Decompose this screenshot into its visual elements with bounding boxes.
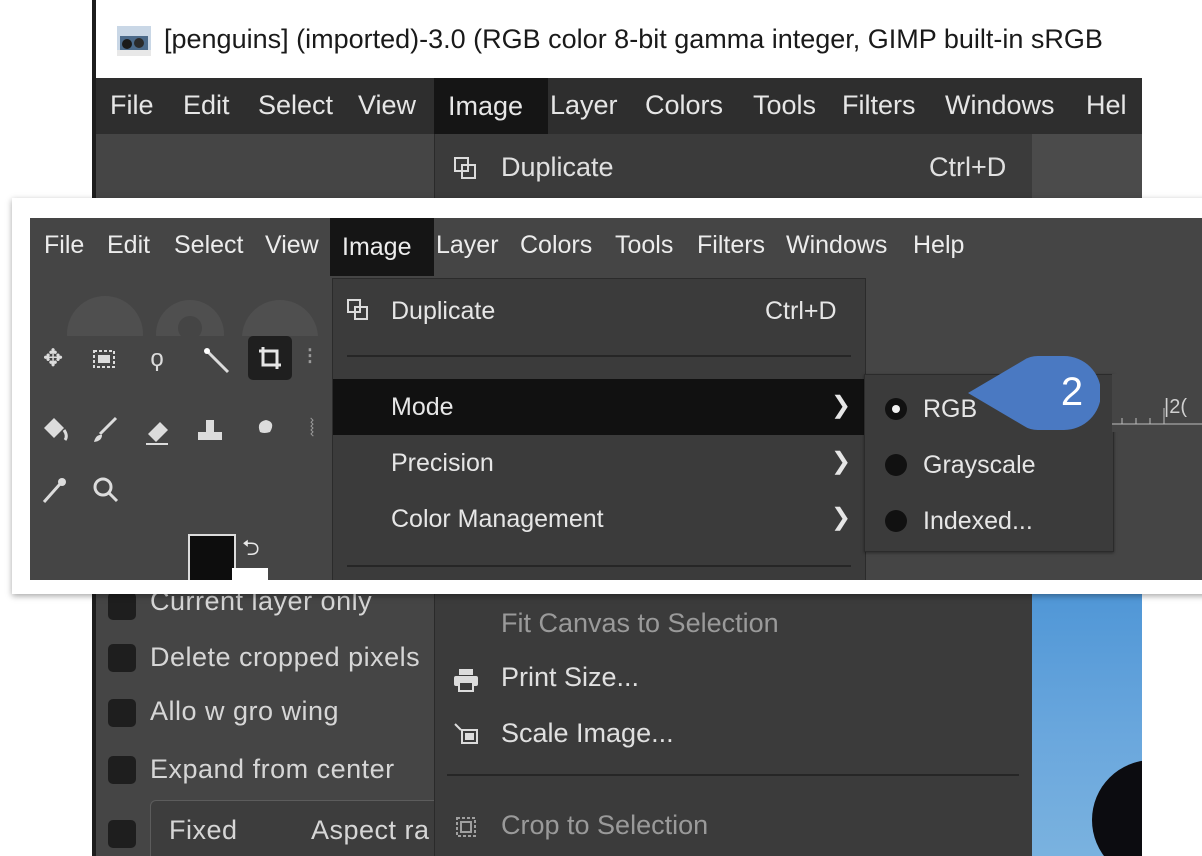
bucket-fill-icon[interactable] xyxy=(38,414,70,446)
fixed-label: Fixed xyxy=(169,815,238,845)
allow-growing-checkbox[interactable] xyxy=(108,699,136,727)
menu-colors[interactable]: Colors xyxy=(520,231,592,260)
menu-edit[interactable]: Edit xyxy=(183,90,230,121)
mode-label: Mode xyxy=(391,393,454,421)
foreground-color-swatch[interactable] xyxy=(188,534,236,580)
menu-select[interactable]: Select xyxy=(258,90,333,121)
menu-select[interactable]: Select xyxy=(174,231,243,260)
print-icon xyxy=(454,669,478,692)
menu-item-color-management[interactable]: Color Management ❯ xyxy=(333,491,865,547)
menu-filters[interactable]: Filters xyxy=(697,231,765,260)
delete-cropped-pixels-checkbox[interactable] xyxy=(108,644,136,672)
move-tool-icon[interactable]: ✥ xyxy=(38,344,68,374)
horizontal-ruler: |2( xyxy=(1112,374,1202,432)
background-color-swatch[interactable] xyxy=(232,568,268,580)
fixed-aspect-box[interactable]: Fixed Aspect ra xyxy=(150,800,452,856)
menu-separator xyxy=(347,565,851,567)
menu-separator xyxy=(447,774,1019,776)
duplicate-icon xyxy=(454,157,476,179)
paintbrush-icon[interactable] xyxy=(90,414,122,446)
indexed-label: Indexed... xyxy=(923,507,1033,535)
color-management-label: Color Management xyxy=(391,505,604,533)
crop-tool-icon[interactable] xyxy=(248,336,292,380)
menu-file[interactable]: File xyxy=(110,90,154,121)
crop-icon xyxy=(456,817,476,837)
menu-windows[interactable]: Windows xyxy=(945,90,1055,121)
submenu-item-grayscale[interactable]: Grayscale xyxy=(865,439,1113,491)
fuzzy-select-icon[interactable] xyxy=(202,346,232,376)
delete-cropped-pixels-label: Delete cropped pixels xyxy=(150,642,421,672)
image-thumbnail-icon xyxy=(117,26,151,56)
menu-layer[interactable]: Layer xyxy=(436,231,499,260)
clone-icon[interactable] xyxy=(194,414,226,446)
image-menu: Duplicate Ctrl+D Mode ❯ Precision ❯ Colo… xyxy=(332,278,866,580)
menu-view[interactable]: View xyxy=(265,231,319,260)
menu-image[interactable]: Image xyxy=(330,218,434,276)
menu-edit[interactable]: Edit xyxy=(107,231,150,260)
menu-tools[interactable]: Tools xyxy=(753,90,816,121)
fixed-checkbox[interactable] xyxy=(108,820,136,848)
menu-separator xyxy=(347,355,851,357)
zoom-icon[interactable] xyxy=(90,474,122,506)
path-tool-icon[interactable]: ⦚ xyxy=(302,414,322,444)
chevron-right-icon: ❯ xyxy=(831,504,852,531)
menu-colors[interactable]: Colors xyxy=(645,90,723,121)
radio-icon xyxy=(885,510,907,532)
menu-item-scale-image[interactable]: Scale Image... xyxy=(501,718,674,749)
menu-item-crop-to-selection[interactable]: Crop to Selection xyxy=(501,810,708,841)
duplicate-shortcut: Ctrl+D xyxy=(765,297,837,325)
scale-icon xyxy=(454,723,478,744)
menu-help-partial[interactable]: Hel xyxy=(1086,90,1127,121)
menu-item-mode[interactable]: Mode ❯ xyxy=(333,379,865,435)
allow-growing-label: Allo w gro wing xyxy=(150,696,340,726)
title-bar: [penguins] (imported)-3.0 (RGB color 8-b… xyxy=(92,0,1142,78)
radio-selected-icon xyxy=(885,398,907,420)
menu-item-fit-canvas-to-selection[interactable]: Fit Canvas to Selection xyxy=(501,608,779,639)
menu-image[interactable]: Image xyxy=(434,78,548,134)
radio-icon xyxy=(885,454,907,476)
warp-tool-icon[interactable]: ⁝ xyxy=(300,342,320,372)
menu-item-precision[interactable]: Precision ❯ xyxy=(333,435,865,491)
menubar: File Edit Select View Image Layer Colors… xyxy=(30,218,1202,276)
grayscale-label: Grayscale xyxy=(923,451,1036,479)
swap-colors-icon[interactable]: ⮌ xyxy=(242,531,260,569)
precision-label: Precision xyxy=(391,449,494,477)
duplicate-shortcut: Ctrl+D xyxy=(929,152,1007,182)
menu-windows[interactable]: Windows xyxy=(786,231,887,260)
background-menubar: File Edit Select View Image Layer Colors… xyxy=(92,78,1142,134)
chevron-right-icon: ❯ xyxy=(831,448,852,475)
lasso-icon[interactable]: ϙ xyxy=(142,344,172,374)
menu-item-duplicate[interactable]: Duplicate xyxy=(391,297,495,326)
rect-select-icon[interactable] xyxy=(92,348,118,372)
menu-item-duplicate[interactable]: Duplicate xyxy=(501,152,614,183)
step-number: 2 xyxy=(1060,370,1084,414)
menu-view[interactable]: View xyxy=(358,90,416,121)
ruler-ticks xyxy=(1112,408,1202,425)
expand-from-center-label: Expand from center xyxy=(150,754,395,784)
chevron-right-icon: ❯ xyxy=(831,392,852,419)
color-picker-icon[interactable] xyxy=(38,474,70,506)
menu-item-print-size[interactable]: Print Size... xyxy=(501,662,639,693)
menu-help[interactable]: Help xyxy=(913,231,964,260)
expand-from-center-checkbox[interactable] xyxy=(108,756,136,784)
window-title: [penguins] (imported)-3.0 (RGB color 8-b… xyxy=(164,24,1103,54)
menu-file[interactable]: File xyxy=(44,231,84,260)
menu-filters[interactable]: Filters xyxy=(842,90,916,121)
eraser-icon[interactable] xyxy=(142,414,174,446)
duplicate-icon xyxy=(347,299,368,320)
wilber-decoration xyxy=(67,296,318,336)
menu-tools[interactable]: Tools xyxy=(615,231,673,260)
ruler-label: |2( xyxy=(1164,396,1187,418)
aspect-ratio-label: Aspect ra xyxy=(311,815,430,845)
submenu-item-indexed[interactable]: Indexed... xyxy=(865,495,1113,547)
smudge-icon[interactable] xyxy=(246,414,278,446)
menu-layer[interactable]: Layer xyxy=(550,90,618,121)
current-layer-only-checkbox[interactable] xyxy=(108,592,136,620)
